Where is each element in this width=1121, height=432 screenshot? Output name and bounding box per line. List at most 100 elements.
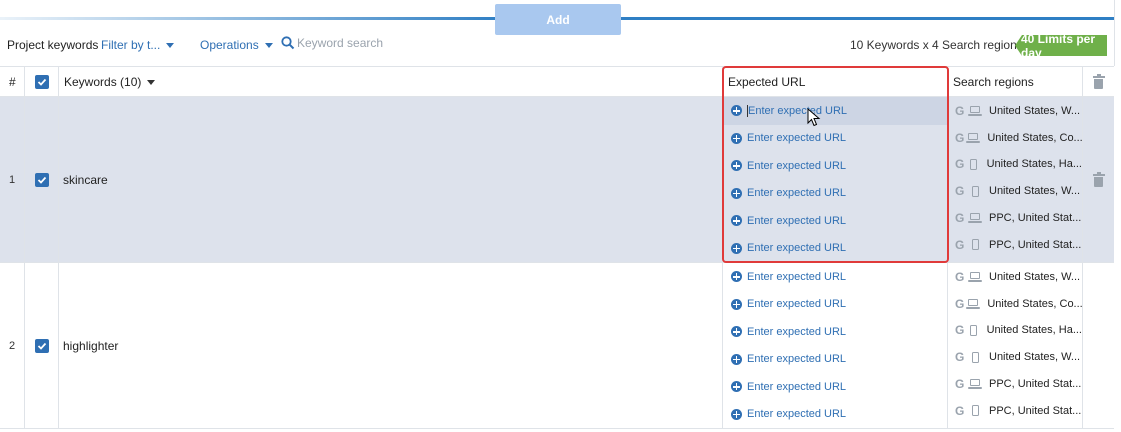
laptop-icon [966,298,981,309]
trash-icon[interactable] [1092,74,1105,89]
search-region-item: G United States, W... [948,263,1082,291]
enter-expected-url-link[interactable]: Enter expected URL [723,180,947,208]
search-region-label: PPC, United Stat... [989,404,1082,417]
search-region-label: United States, Co... [987,297,1083,310]
trash-icon[interactable] [1092,171,1105,187]
keyword-search [281,36,437,50]
search-region-item: G PPC, United Stat... [948,204,1082,232]
search-region-label: PPC, United Stat... [989,238,1082,251]
add-button[interactable]: Add [495,4,621,35]
expected-url-placeholder: Enter expected URL [747,159,847,172]
top-divider-fade [0,17,500,20]
phone-icon [968,351,982,363]
filter-label: Filter by t... [101,38,161,52]
search-input[interactable] [297,36,437,50]
expected-url-placeholder: Enter expected URL [748,104,848,117]
expected-url-placeholder: Enter expected URL [747,214,847,227]
header-expected-url: Expected URL [723,67,948,97]
enter-expected-url-link[interactable]: Enter expected URL [723,235,947,263]
expected-url-placeholder: Enter expected URL [747,408,847,421]
enter-expected-url-link[interactable]: Enter expected URL [723,263,947,291]
row-checkbox-cell [25,97,59,262]
google-icon: G [955,296,965,311]
enter-expected-url-link[interactable]: Enter expected URL [723,207,947,235]
expected-url-cell: Enter expected URL Enter expected URL Ente… [723,263,948,428]
google-icon: G [955,269,965,284]
search-region-item: G PPC, United Stat... [948,231,1082,259]
header-select-all[interactable] [25,67,59,97]
plus-circle-icon [731,187,742,199]
filter-dropdown[interactable]: Filter by t... [101,38,175,52]
search-region-label: United States, Ha... [986,158,1082,171]
operations-dropdown[interactable]: Operations [200,38,273,52]
enter-expected-url-link[interactable]: Enter expected URL [723,152,947,180]
header-keywords-label: Keywords (10) [64,75,142,89]
toolbar: Project keywords Filter by t... Operatio… [0,34,1114,56]
operations-label: Operations [200,38,259,52]
enter-expected-url-link[interactable]: Enter expected URL [723,97,947,125]
enter-expected-url-link[interactable]: Enter expected URL [723,318,947,346]
row-number: 2 [0,263,25,428]
laptop-icon [968,378,982,389]
row-checkbox-cell [25,263,59,428]
plus-circle-icon [731,298,742,310]
expected-url-placeholder: Enter expected URL [747,353,847,366]
google-icon: G [955,130,965,145]
plus-circle-icon [731,160,742,172]
plus-circle-icon [731,105,742,117]
header-delete[interactable] [1083,67,1114,97]
google-icon: G [955,237,965,252]
chevron-down-icon [264,42,273,48]
expected-url-placeholder: Enter expected URL [747,270,847,283]
phone-icon [968,405,982,417]
plus-circle-icon [731,408,742,420]
select-all-checkbox[interactable] [34,75,49,89]
expected-url-cell: Enter expected URL Enter expected URL Ente… [723,97,948,262]
search-region-label: United States, Ha... [986,324,1082,337]
search-region-item: G PPC, United Stat... [948,397,1082,425]
chevron-down-icon [166,42,175,48]
limits-badge: 40 Limits per day [1015,35,1107,56]
row-checkbox[interactable] [34,172,49,187]
search-region-item: G United States, W... [948,97,1082,125]
plus-circle-icon [731,381,742,393]
laptop-icon [968,271,982,282]
row-delete-cell [1083,97,1114,262]
search-region-item: G United States, W... [948,343,1082,371]
search-region-label: United States, W... [989,351,1081,364]
sort-down-icon[interactable] [147,79,156,85]
row-delete-cell [1083,263,1114,428]
laptop-icon [968,212,982,223]
row-checkbox[interactable] [34,338,49,353]
header-number: # [0,67,25,97]
expected-url-placeholder: Enter expected URL [747,132,847,145]
expected-url-placeholder: Enter expected URL [747,380,847,393]
google-icon: G [955,157,965,172]
plus-circle-icon [731,326,742,338]
table-row[interactable]: 1 skincare Enter expected URL Enter expecte… [0,97,1114,263]
search-region-item: G United States, Co... [948,124,1083,152]
search-region-label: PPC, United Stat... [989,377,1082,390]
header-keywords[interactable]: Keywords (10) [59,67,723,97]
enter-expected-url-link[interactable]: Enter expected URL [723,346,947,374]
search-region-item: G PPC, United Stat... [948,370,1082,398]
expected-url-placeholder: Enter expected URL [747,242,847,255]
search-regions-cell: G United States, W... G United States, Co..… [948,97,1083,262]
keyword-cell: skincare [59,97,723,262]
enter-expected-url-link[interactable]: Enter expected URL [723,125,947,153]
google-icon: G [955,376,965,391]
table-row[interactable]: 2 highlighter Enter expected URL Enter expe… [0,263,1114,429]
keyword-cell: highlighter [59,263,723,428]
google-icon: G [955,184,965,199]
search-region-item: G United States, Ha... [948,317,1082,345]
expected-url-placeholder: Enter expected URL [747,325,847,338]
expected-url-placeholder: Enter expected URL [747,187,847,200]
enter-expected-url-link[interactable]: Enter expected URL [723,373,947,401]
google-icon: G [955,103,965,118]
table-header: # Keywords (10) Expected URL Search regi… [0,66,1114,97]
enter-expected-url-link[interactable]: Enter expected URL [723,291,947,319]
search-icon[interactable] [281,36,295,50]
enter-expected-url-link[interactable]: Enter expected URL [723,401,947,429]
panel-border [1114,0,1115,66]
phone-icon [967,158,980,170]
